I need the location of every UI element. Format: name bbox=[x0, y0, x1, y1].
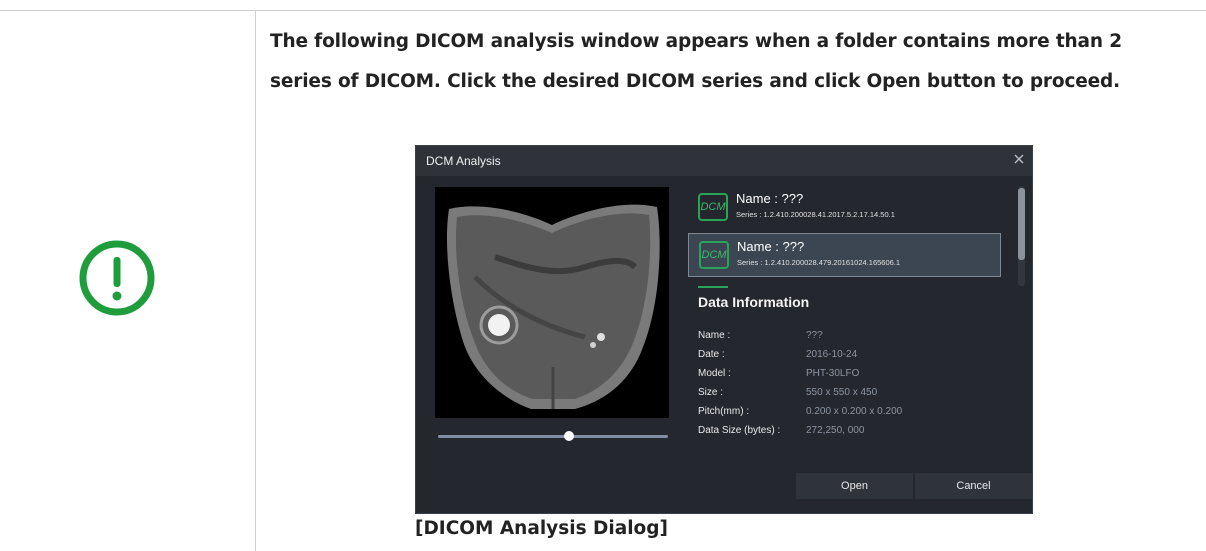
info-value-name: ??? bbox=[806, 330, 823, 341]
dialog-titlebar: DCM Analysis bbox=[416, 146, 1032, 176]
dcm-file-icon-partial bbox=[698, 286, 728, 288]
info-value-pitch: 0.200 x 0.200 x 0.200 bbox=[806, 406, 903, 417]
slider-thumb[interactable] bbox=[564, 431, 574, 441]
slider-track bbox=[438, 435, 668, 438]
instruction-text: The following DICOM analysis window appe… bbox=[270, 31, 1122, 92]
dcm-analysis-dialog: DCM Analysis DCM Name : ??? Series : 1.2… bbox=[415, 145, 1033, 514]
series-name: Name : ??? bbox=[737, 239, 805, 254]
series-list: DCM Name : ??? Series : 1.2.410.200028.4… bbox=[688, 186, 1008, 288]
info-label-pitch: Pitch(mm) : bbox=[698, 406, 750, 417]
close-icon[interactable] bbox=[1012, 152, 1026, 166]
cancel-button[interactable]: Cancel bbox=[915, 473, 1032, 499]
exclamation-circle-icon bbox=[79, 240, 155, 316]
info-label-date: Date : bbox=[698, 349, 725, 360]
info-value-data-size: 272,250, 000 bbox=[806, 425, 865, 436]
info-label-model: Model : bbox=[698, 368, 731, 379]
info-value-model: PHT-30LFO bbox=[806, 368, 860, 379]
info-label-size: Size : bbox=[698, 387, 724, 398]
series-name: Name : ??? bbox=[736, 191, 804, 206]
table-column-divider bbox=[255, 10, 256, 551]
open-button[interactable]: Open bbox=[796, 473, 913, 499]
table-top-border bbox=[0, 10, 1206, 11]
dicom-preview-image bbox=[435, 187, 669, 418]
info-label-data-size: Data Size (bytes) : bbox=[698, 425, 781, 436]
dcm-file-icon: DCM bbox=[699, 241, 729, 269]
info-label-name: Name : bbox=[698, 330, 731, 341]
dcm-file-icon: DCM bbox=[698, 193, 728, 221]
info-value-size: 550 x 550 x 450 bbox=[806, 387, 878, 398]
dialog-title: DCM Analysis bbox=[426, 154, 501, 168]
slice-slider[interactable] bbox=[438, 429, 668, 443]
series-uid: Series : 1.2.410.200028.41.2017.5.2.17.1… bbox=[736, 210, 895, 219]
series-item-selected[interactable]: DCM Name : ??? Series : 1.2.410.200028.4… bbox=[688, 233, 1001, 277]
figure-caption: [DICOM Analysis Dialog] bbox=[415, 518, 668, 539]
series-item[interactable]: DCM Name : ??? Series : 1.2.410.200028.4… bbox=[688, 186, 1001, 230]
series-scrollbar-thumb[interactable] bbox=[1018, 188, 1025, 260]
info-value-date: 2016-10-24 bbox=[806, 349, 858, 360]
series-uid: Series : 1.2.410.200028.479.20161024.165… bbox=[737, 258, 901, 267]
data-information-heading: Data Information bbox=[698, 294, 810, 310]
